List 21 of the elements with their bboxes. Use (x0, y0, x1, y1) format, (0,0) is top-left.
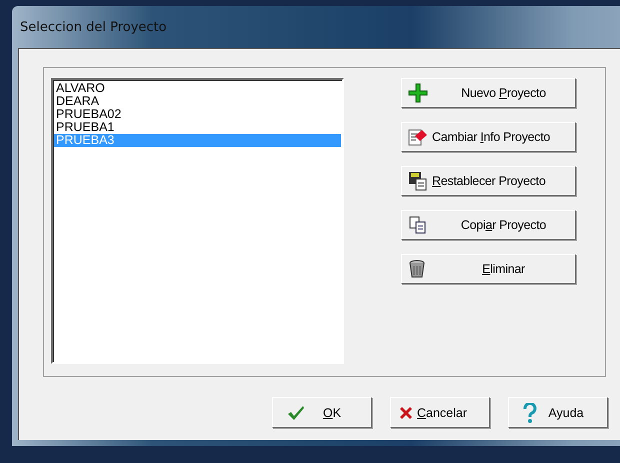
project-list[interactable]: ALVARO DEARA PRUEBA02 PRUEBA1 PRUEBA3 (51, 78, 344, 364)
project-item[interactable]: PRUEBA02 (54, 108, 341, 121)
project-item[interactable]: PRUEBA1 (54, 121, 341, 134)
x-mark-icon (399, 406, 413, 420)
action-button[interactable]: Cambiar Info Proyecto (401, 122, 576, 152)
floppy-icon (408, 171, 428, 191)
action-button[interactable]: Nuevo Proyecto (401, 78, 576, 108)
project-item[interactable]: DEARA (54, 95, 341, 108)
copy-icon (408, 215, 428, 235)
notepad-icon (408, 127, 428, 147)
dialog-button[interactable]: Ayuda (508, 397, 608, 428)
question-mark-icon (523, 402, 537, 422)
dialog-button[interactable]: Cancelar (390, 397, 490, 428)
window-title: Seleccion del Proyecto (19, 20, 167, 34)
project-item[interactable]: ALVARO (54, 82, 341, 95)
action-button[interactable]: Restablecer Proyecto (401, 166, 576, 196)
plus-icon (408, 83, 428, 103)
action-button[interactable]: Eliminar (401, 254, 576, 284)
checkmark-icon (287, 404, 305, 420)
dialog-button[interactable]: OK (272, 397, 372, 428)
action-button[interactable]: Copiar Proyecto (401, 210, 576, 240)
